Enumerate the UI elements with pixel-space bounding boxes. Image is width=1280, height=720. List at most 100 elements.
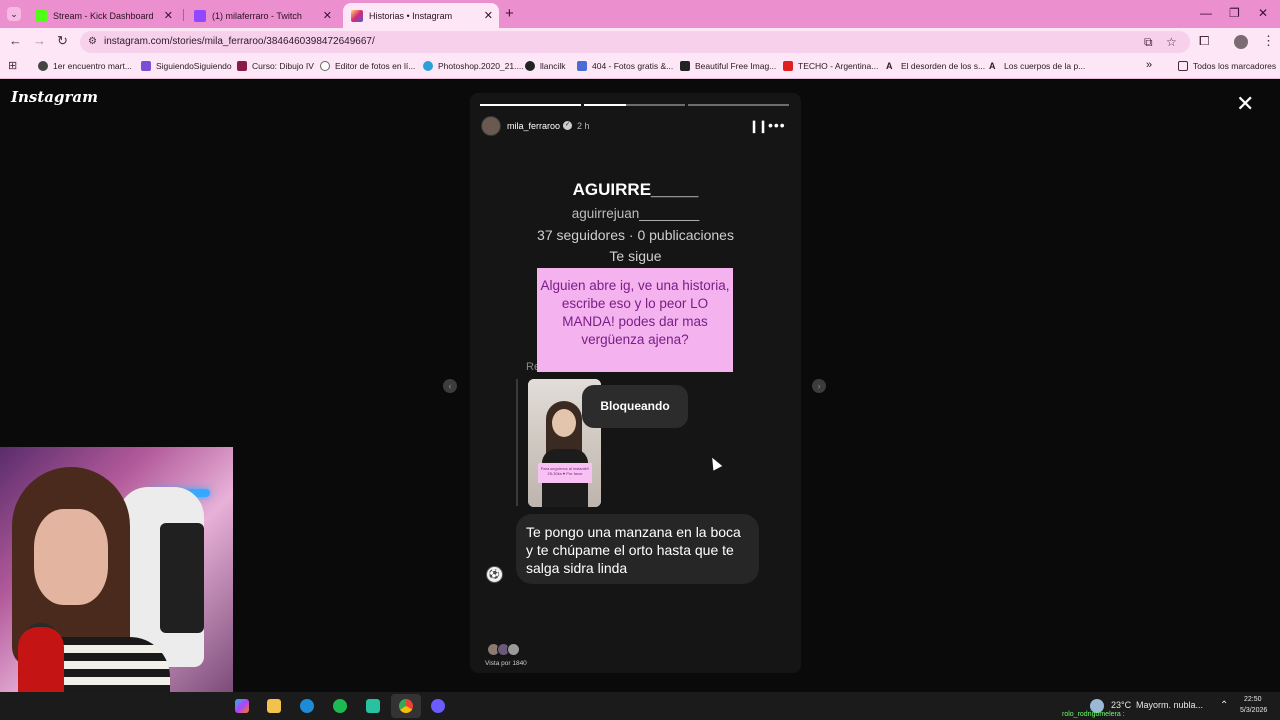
- forward-icon[interactable]: →: [33, 33, 46, 48]
- thumbnail-face: [552, 409, 576, 437]
- bookmark-item[interactable]: A El desorden de los s...: [886, 61, 985, 71]
- clock-time[interactable]: 22:50: [1244, 696, 1262, 703]
- kick-icon: [35, 9, 47, 22]
- close-tab-icon[interactable]: ✕: [484, 9, 493, 22]
- instagram-icon: [351, 9, 363, 22]
- bookmark-label: SiguiendoSiguiendo: [156, 61, 232, 71]
- bookmark-label: Todos los marcadores: [1193, 61, 1277, 71]
- bookmark-label: Curso: Dibujo IV: [252, 61, 314, 71]
- menu-icon[interactable]: ⋮: [1262, 33, 1275, 49]
- streamer-face: [34, 509, 108, 605]
- bookmark-label: 404 - Fotos gratis &...: [592, 61, 674, 71]
- webcam-overlay: [0, 447, 233, 720]
- chrome-icon[interactable]: [399, 699, 413, 713]
- follows-you-label: Te sigue: [609, 248, 662, 264]
- avatar[interactable]: [481, 116, 501, 136]
- site-info-icon[interactable]: ⚙: [88, 36, 97, 47]
- bookmark-icon: [38, 61, 48, 71]
- bookmark-item[interactable]: llancilk: [525, 61, 566, 71]
- story-timestamp: 2 h: [577, 121, 590, 131]
- dm-message-bubble: Te pongo una manzana en la boca y te chú…: [516, 514, 759, 584]
- next-story-icon[interactable]: ›: [812, 379, 826, 393]
- install-app-icon[interactable]: ⧉: [1144, 35, 1153, 50]
- bookmark-item[interactable]: TECHO - Argentina...: [783, 61, 878, 71]
- browser-tab-bar: ⌄ Stream - Kick Dashboard ✕ (1) milaferr…: [0, 0, 1280, 28]
- extensions-icon[interactable]: ⧠: [1199, 33, 1209, 49]
- file-explorer-icon[interactable]: [267, 699, 281, 713]
- bookmark-icon: A: [886, 61, 893, 71]
- sender-avatar[interactable]: ⚽: [486, 566, 503, 583]
- story-viewer[interactable]: mila_ferraroo ✓ 2 h ❙❙ ••• AGUIRRE_____ …: [470, 93, 801, 673]
- bookmark-label: El desorden de los s...: [901, 61, 986, 71]
- bookmark-star-icon[interactable]: ☆: [1166, 35, 1177, 49]
- more-bookmarks-icon[interactable]: »: [1146, 59, 1152, 71]
- story-progress-segment: [688, 104, 789, 106]
- profile-name: AGUIRRE_____: [572, 180, 699, 199]
- previous-story-icon[interactable]: ‹: [443, 379, 457, 393]
- bookmark-item[interactable]: Beautiful Free Imag...: [680, 61, 776, 71]
- tab-kick[interactable]: Stream - Kick Dashboard ✕: [27, 3, 179, 28]
- edge-icon[interactable]: [300, 699, 314, 713]
- bookmark-icon: [577, 61, 587, 71]
- bookmark-label: 1er encuentro mart...: [53, 61, 132, 71]
- spotify-icon[interactable]: [333, 699, 347, 713]
- bookmark-label: Photoshop.2020_21....: [438, 61, 524, 71]
- back-icon[interactable]: ←: [9, 33, 22, 48]
- bookmark-item[interactable]: Curso: Dibujo IV: [237, 61, 314, 71]
- show-hidden-icons[interactable]: ⌃: [1220, 700, 1228, 711]
- progress-fill: [480, 104, 581, 106]
- weather-description[interactable]: Mayorm. nubla...: [1136, 700, 1203, 710]
- profile-stats: 37 seguidores · 0 publicaciones: [537, 227, 734, 243]
- all-bookmarks-folder[interactable]: Todos los marcadores: [1178, 61, 1276, 71]
- story-username[interactable]: mila_ferraroo: [507, 121, 560, 131]
- copilot-icon[interactable]: [235, 699, 249, 713]
- instagram-logo[interactable]: Instagram: [11, 88, 98, 106]
- profile-avatar[interactable]: [1234, 35, 1248, 49]
- bookmark-label: TECHO - Argentina...: [798, 61, 879, 71]
- close-window-icon[interactable]: ✕: [1258, 6, 1268, 20]
- tab-twitch[interactable]: (1) milaferraro - Twitch ✕: [186, 3, 338, 28]
- tab-title: Stream - Kick Dashboard: [53, 10, 154, 21]
- minimize-icon[interactable]: —: [1200, 6, 1212, 20]
- bookmark-icon: [680, 61, 690, 71]
- bookmark-item[interactable]: 404 - Fotos gratis &...: [577, 61, 673, 71]
- viewed-by-count[interactable]: Vista por 1840: [485, 660, 527, 667]
- restore-icon[interactable]: ❐: [1229, 6, 1240, 20]
- bookmark-item[interactable]: Photoshop.2020_21....: [423, 61, 524, 71]
- bookmark-item[interactable]: Editor de fotos en lí...: [320, 61, 415, 71]
- tab-search-icon[interactable]: ⌄: [7, 7, 21, 21]
- bookmark-label: Editor de fotos en lí...: [335, 61, 416, 71]
- bookmark-item[interactable]: 1er encuentro mart...: [38, 61, 132, 71]
- bookmark-icon: [525, 61, 535, 71]
- close-icon[interactable]: ✕: [1236, 93, 1254, 115]
- viewer-avatars[interactable]: [487, 643, 523, 657]
- discord-icon[interactable]: [431, 699, 445, 713]
- windows-taskbar: 23°C Mayorm. nubla... rolo_rodrigomelera…: [0, 692, 1280, 720]
- bookmark-icon: [423, 61, 433, 71]
- tab-instagram[interactable]: Historias • Instagram ✕: [343, 3, 499, 28]
- clock-date[interactable]: 5/3/2026: [1240, 707, 1267, 714]
- bookmark-item[interactable]: A Los cuerpos de la p...: [989, 61, 1085, 71]
- bookmark-icon: [141, 61, 151, 71]
- tray-username: rolo_rodrigomelera :: [1062, 711, 1125, 718]
- address-bar[interactable]: ⚙ instagram.com/stories/mila_ferraroo/38…: [80, 31, 1190, 53]
- bookmark-label: Los cuerpos de la p...: [1004, 61, 1086, 71]
- viewer-avatar: [507, 643, 520, 656]
- apps-icon[interactable]: ⊞: [8, 59, 17, 72]
- new-tab-button[interactable]: +: [505, 5, 514, 22]
- close-tab-icon[interactable]: ✕: [323, 9, 332, 22]
- tab-title: Historias • Instagram: [369, 10, 453, 21]
- reload-icon[interactable]: ↻: [57, 33, 68, 49]
- pause-icon[interactable]: ❙❙: [749, 119, 768, 133]
- close-tab-icon[interactable]: ✕: [164, 9, 173, 22]
- url-text[interactable]: instagram.com/stories/mila_ferraroo/3846…: [104, 36, 375, 47]
- bookmark-item[interactable]: SiguiendoSiguiendo: [141, 61, 232, 71]
- reply-indicator-line: [516, 379, 518, 506]
- profile-handle: aguirrejuan________: [571, 206, 700, 221]
- browser-toolbar: ← → ↻ ⚙ instagram.com/stories/mila_ferra…: [0, 28, 1280, 55]
- weather-temp[interactable]: 23°C: [1111, 700, 1131, 710]
- bookmarks-bar: ⊞ 1er encuentro mart... SiguiendoSiguien…: [0, 55, 1280, 79]
- more-options-icon[interactable]: •••: [768, 117, 786, 133]
- bookmark-icon: [320, 61, 330, 71]
- app-icon[interactable]: [366, 699, 380, 713]
